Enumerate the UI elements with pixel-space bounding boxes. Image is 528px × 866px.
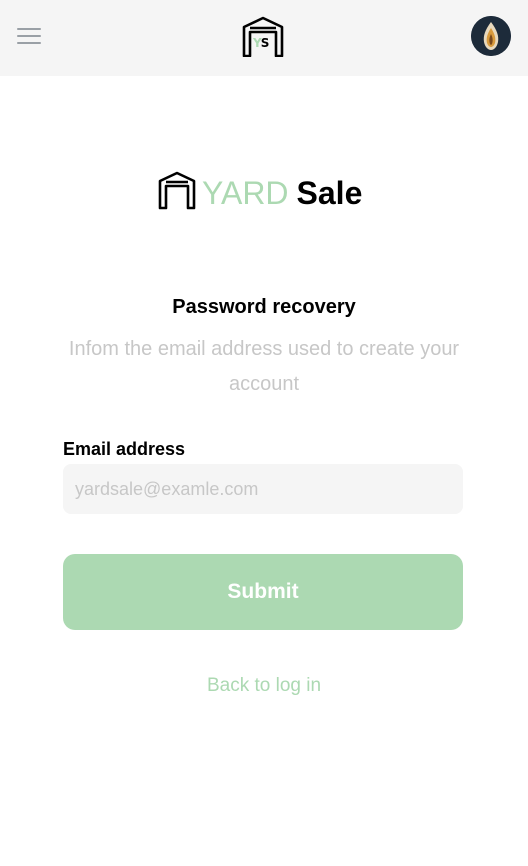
email-field[interactable] — [63, 464, 463, 514]
avatar-flame-icon — [471, 16, 511, 56]
brand-logo: YARD Sale — [158, 170, 388, 213]
garage-logo-icon — [158, 171, 196, 210]
hamburger-menu-icon[interactable] — [17, 27, 41, 45]
submit-button[interactable]: Submit — [63, 554, 463, 630]
back-to-login-link[interactable]: Back to log in — [0, 672, 528, 700]
top-header: YS — [0, 0, 528, 76]
logo-ys-text: YS — [253, 36, 269, 50]
brand-yard-text: YARD — [202, 175, 289, 211]
brand-sale-text: Sale — [296, 175, 363, 211]
page-subtitle: Infom the email address used to create y… — [68, 338, 460, 395]
header-logo[interactable]: YS — [242, 15, 284, 58]
user-avatar[interactable] — [471, 16, 511, 56]
email-label: Email address — [63, 439, 186, 459]
brand-wordmark: YARD Sale — [202, 173, 362, 213]
page-title: Password recovery — [172, 296, 356, 318]
